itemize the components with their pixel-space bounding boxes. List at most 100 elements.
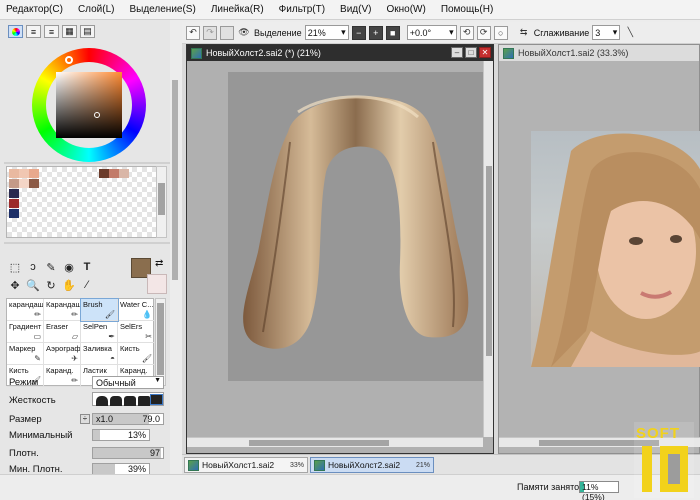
saturation-value-square[interactable] xyxy=(56,72,122,138)
hardness-1-icon[interactable] xyxy=(96,396,108,406)
hsv-sliders-tab-icon[interactable]: ≡ xyxy=(44,25,59,38)
hardness-2-icon[interactable] xyxy=(110,396,122,406)
file-tab-active[interactable]: НовыйХолст2.sai2 21% xyxy=(310,457,434,473)
canvas-file-icon xyxy=(314,459,325,471)
selection-visibility-icon[interactable]: 👁 xyxy=(237,26,251,40)
size-minus-icon[interactable]: ÷ xyxy=(80,414,90,424)
sv-knob[interactable] xyxy=(94,112,100,118)
flip-icon[interactable]: ⇆ xyxy=(517,26,531,40)
menu-layer[interactable]: Слой(L) xyxy=(78,4,115,15)
rect-select-icon[interactable]: ⬚ xyxy=(8,260,22,274)
brush-slot[interactable]: SelErs ✂ xyxy=(118,321,155,343)
eyedropper-icon[interactable]: ⁄ xyxy=(80,278,94,292)
brush-slot[interactable]: Кисть 🖌 xyxy=(118,343,155,365)
color-swatch[interactable] xyxy=(9,169,19,178)
hand-icon[interactable]: ✋ xyxy=(62,278,76,292)
swap-colors-icon[interactable]: ⇄ xyxy=(155,258,163,269)
density-slider[interactable]: 97 xyxy=(92,447,164,459)
color-swatch[interactable] xyxy=(19,179,29,188)
lasso-icon[interactable]: ↄ xyxy=(26,260,40,274)
window-titlebar[interactable]: НовыйХолст2.sai2 (*) (21%) xyxy=(187,45,493,61)
deselect-icon[interactable] xyxy=(220,25,234,40)
swatch-grid[interactable] xyxy=(6,166,158,238)
menu-bar: Редактор(C) Слой(L) Выделение(S) Линейка… xyxy=(0,0,700,20)
menu-window[interactable]: Окно(W) xyxy=(386,4,425,15)
file-tab[interactable]: НовыйХолст1.sai2 33% xyxy=(184,457,308,473)
hardness-3-icon[interactable] xyxy=(124,396,136,406)
canvas-hscroll[interactable] xyxy=(187,437,483,447)
redo-icon[interactable]: ↷ xyxy=(203,25,217,40)
brush-slot[interactable]: Заливка ◓ xyxy=(81,343,118,365)
brush-slot[interactable]: Аэрограф ✈ xyxy=(44,343,81,365)
hue-knob[interactable] xyxy=(65,56,73,64)
close-icon[interactable]: ✕ xyxy=(479,47,491,58)
brush-slot[interactable]: Каранд.✏ xyxy=(44,365,81,387)
brush-slot[interactable]: Маркер ✎ xyxy=(7,343,44,365)
rgb-sliders-tab-icon[interactable]: ≡ xyxy=(26,25,41,38)
select-pen-icon[interactable]: ◉ xyxy=(62,260,76,274)
brush-slot[interactable]: SelPen ✒ xyxy=(81,321,118,343)
hardness-4-icon[interactable] xyxy=(138,396,150,406)
line-tool-icon[interactable]: ╲ xyxy=(623,26,637,40)
window-title: НовыйХолст2.sai2 (*) (21%) xyxy=(206,48,321,58)
scratchpad-tab-icon[interactable]: ▤ xyxy=(80,25,95,38)
brush-slot[interactable]: Eraser ▱ xyxy=(44,321,81,343)
rotate-left-icon[interactable]: ⟲ xyxy=(459,25,474,40)
hardness-5-icon[interactable] xyxy=(150,394,163,405)
color-swatch[interactable] xyxy=(9,199,19,208)
zoom-icon[interactable]: 🔍 xyxy=(26,278,40,292)
swatch-scrollbar[interactable] xyxy=(156,166,167,238)
panel-divider xyxy=(4,242,176,244)
minimize-icon[interactable]: – xyxy=(451,47,463,58)
canvas-window-active[interactable]: НовыйХолст2.sai2 (*) (21%) – □ ✕ xyxy=(186,44,494,454)
color-swatch[interactable] xyxy=(119,169,129,178)
brush-slot[interactable]: карандаш ✏ xyxy=(7,299,44,321)
brush-slot[interactable]: Карандаш квадрат✏ xyxy=(44,299,81,321)
canvas-vscroll[interactable] xyxy=(483,61,493,437)
color-swatch[interactable] xyxy=(19,169,29,178)
size-slider[interactable]: x1.0 79.0 xyxy=(92,413,164,425)
menu-view[interactable]: Вид(V) xyxy=(340,4,371,15)
smoothing-select[interactable]: 3 ▾ xyxy=(592,25,621,40)
color-swatch[interactable] xyxy=(9,179,19,188)
color-swatch[interactable] xyxy=(29,179,39,188)
color-swatch[interactable] xyxy=(109,169,119,178)
menu-selection[interactable]: Выделение(S) xyxy=(129,4,195,15)
canvas-paper[interactable] xyxy=(228,72,483,381)
menu-help[interactable]: Помощь(H) xyxy=(441,4,494,15)
brush-label: Water C... xyxy=(120,300,154,309)
magic-wand-icon[interactable]: ✎ xyxy=(44,260,58,274)
zoom-reset-icon[interactable]: ■ xyxy=(385,25,400,40)
rotate-right-icon[interactable]: ⟳ xyxy=(476,25,491,40)
menu-filter[interactable]: Фильтр(T) xyxy=(279,4,325,15)
menu-edit[interactable]: Редактор(C) xyxy=(6,4,63,15)
zoom-in-icon[interactable]: + xyxy=(368,25,383,40)
brush-slot[interactable]: Brush 🖌 xyxy=(80,298,119,322)
color-swatch[interactable] xyxy=(99,169,109,178)
color-swatch[interactable] xyxy=(9,209,19,218)
rotation-select[interactable]: +0.0° ▾ xyxy=(406,25,457,40)
color-wheel-tab-icon[interactable] xyxy=(8,25,23,38)
zoom-select[interactable]: 21% ▾ xyxy=(304,25,349,40)
undo-icon[interactable]: ↶ xyxy=(186,25,200,40)
text-tool-icon[interactable]: T xyxy=(80,260,94,274)
blend-mode-select[interactable]: Обычный ▼ xyxy=(92,376,164,389)
rotate-reset-icon[interactable]: ○ xyxy=(493,25,508,40)
rotate-icon[interactable]: ↻ xyxy=(44,278,58,292)
menu-ruler[interactable]: Линейка(R) xyxy=(211,4,264,15)
move-icon[interactable]: ✥ xyxy=(8,278,22,292)
brush-slot[interactable]: Градиент ▭ xyxy=(7,321,44,343)
maximize-icon[interactable]: □ xyxy=(465,47,477,58)
color-wheel[interactable] xyxy=(32,48,146,162)
brush-slot[interactable]: Water C... 💧 xyxy=(118,299,155,321)
background-color-swatch[interactable] xyxy=(147,274,167,294)
color-swatch[interactable] xyxy=(9,189,19,198)
zoom-out-icon[interactable]: − xyxy=(351,25,366,40)
min-size-slider[interactable]: 13% xyxy=(92,429,150,441)
color-swatch[interactable] xyxy=(29,169,39,178)
left-panel-scrollbar[interactable] xyxy=(170,20,180,500)
palette-tab-icon[interactable]: ▦ xyxy=(62,25,77,38)
window-titlebar[interactable]: НовыйХолст1.sai2 (33.3%) xyxy=(499,45,699,61)
canvas-window-inactive[interactable]: НовыйХолст1.sai2 (33.3%) xyxy=(498,44,700,454)
brush-scrollbar[interactable] xyxy=(155,298,166,386)
